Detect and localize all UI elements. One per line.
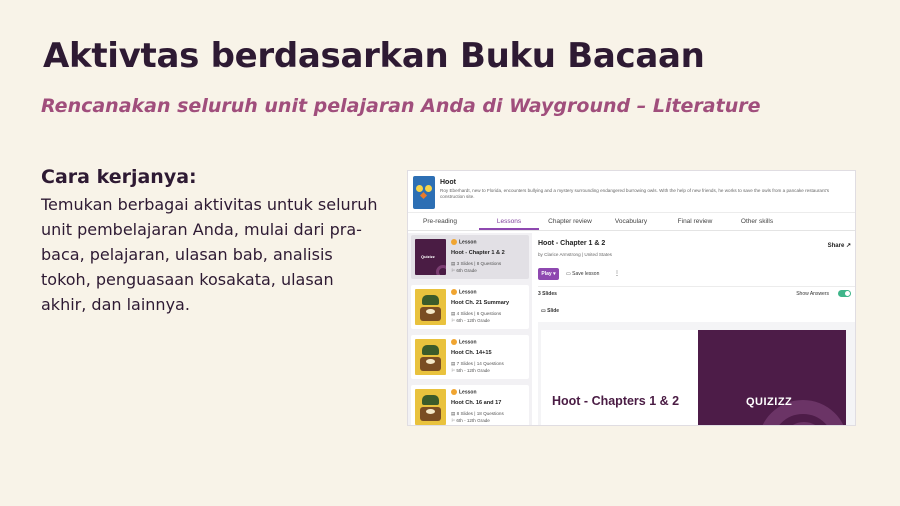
tab-final-review[interactable]: Final review bbox=[673, 213, 717, 230]
how-it-works-body: Temukan berbagai aktivitas untuk seluruh… bbox=[41, 195, 378, 314]
lesson-thumbnail bbox=[415, 389, 446, 425]
lesson-title: Hoot Ch. 21 Summary bbox=[451, 300, 510, 306]
lesson-grade: ⚐ 6th Grade bbox=[451, 268, 477, 273]
lesson-card[interactable]: Lesson Hoot Ch. 21 Summary ▤ 4 Slides | … bbox=[411, 285, 529, 329]
book-title: Hoot bbox=[440, 179, 456, 186]
slide-preview[interactable]: Hoot - Chapters 1 & 2 QUIZIZZ bbox=[538, 322, 855, 425]
slides-count: 3 Slides bbox=[538, 291, 557, 297]
lesson-meta: ▤ 8 Slides | 18 Questions bbox=[451, 411, 504, 416]
lesson-icon bbox=[451, 289, 457, 295]
slide-title: Aktivtas berdasarkan Buku Bacaan bbox=[43, 36, 705, 76]
lesson-badge: Lesson bbox=[451, 239, 477, 245]
lesson-badge: Lesson bbox=[451, 339, 477, 345]
tab-chapter-review[interactable]: Chapter review bbox=[543, 213, 597, 230]
lesson-list: Quizizz Lesson Hoot - Chapter 1 & 2 ▤ 3 … bbox=[408, 233, 532, 425]
lesson-meta: ▤ 7 Slides | 14 Questions bbox=[451, 361, 504, 366]
tab-other-skills[interactable]: Other skills bbox=[735, 213, 779, 230]
lesson-icon bbox=[451, 339, 457, 345]
how-it-works-heading: Cara kerjanya: bbox=[41, 166, 197, 188]
lesson-tabs: Pre-reading Lessons Chapter review Vocab… bbox=[408, 213, 855, 231]
show-answers-toggle[interactable] bbox=[838, 290, 851, 297]
lesson-title: Hoot Ch. 14+15 bbox=[451, 350, 492, 356]
lesson-card[interactable]: Lesson Hoot Ch. 16 and 17 ▤ 8 Slides | 1… bbox=[411, 385, 529, 425]
divider bbox=[538, 286, 855, 287]
slide-preview-heading: Hoot - Chapters 1 & 2 bbox=[552, 394, 680, 408]
more-options-icon[interactable]: ⋮ bbox=[614, 268, 620, 280]
lesson-thumbnail bbox=[415, 289, 446, 325]
lesson-grade: ⚐ 6th - 12th Grade bbox=[451, 418, 490, 423]
slide-brand-panel: QUIZIZZ bbox=[698, 330, 846, 425]
lesson-grade: ⚐ 6th - 12th Grade bbox=[451, 318, 490, 323]
lesson-card[interactable]: Quizizz Lesson Hoot - Chapter 1 & 2 ▤ 3 … bbox=[411, 235, 529, 279]
lesson-meta: ▤ 4 Slides | 6 Questions bbox=[451, 311, 502, 316]
lesson-thumbnail bbox=[415, 339, 446, 375]
slide-subtitle: Rencanakan seluruh unit pelajaran Anda d… bbox=[41, 95, 761, 117]
lesson-detail-title: Hoot - Chapter 1 & 2 bbox=[538, 240, 606, 247]
tab-vocabulary[interactable]: Vocabulary bbox=[611, 213, 651, 230]
share-button[interactable]: Share ↗ bbox=[828, 242, 851, 249]
lesson-author: by Clarice Armstrong | United States bbox=[538, 252, 612, 257]
tab-lessons[interactable]: Lessons bbox=[479, 213, 539, 230]
book-description: Roy Eberhardt, new to Florida, encounter… bbox=[440, 188, 829, 199]
quizizz-logo: QUIZIZZ bbox=[746, 396, 793, 408]
lesson-icon bbox=[451, 239, 457, 245]
slide-type-label: ▭ Slide bbox=[541, 308, 560, 314]
lesson-title: Hoot Ch. 16 and 17 bbox=[451, 400, 502, 406]
show-answers-label: Show Answers bbox=[796, 291, 829, 297]
lesson-icon bbox=[451, 389, 457, 395]
lesson-thumbnail: Quizizz bbox=[415, 239, 446, 275]
tab-pre-reading[interactable]: Pre-reading bbox=[418, 213, 462, 230]
book-header: Hoot Roy Eberhardt, new to Florida, enco… bbox=[408, 171, 855, 213]
lesson-badge: Lesson bbox=[451, 389, 477, 395]
lesson-title: Hoot - Chapter 1 & 2 bbox=[451, 250, 505, 256]
lesson-card[interactable]: Lesson Hoot Ch. 14+15 ▤ 7 Slides | 14 Qu… bbox=[411, 335, 529, 379]
save-lesson-button[interactable]: ▭ Save lesson bbox=[566, 268, 599, 280]
lesson-detail: Hoot - Chapter 1 & 2 by Clarice Armstron… bbox=[538, 233, 855, 425]
book-cover-image bbox=[413, 176, 435, 209]
app-screenshot: Hoot Roy Eberhardt, new to Florida, enco… bbox=[407, 170, 856, 426]
play-button[interactable]: Play ▾ bbox=[538, 268, 559, 280]
lesson-grade: ⚐ 5th - 12th Grade bbox=[451, 368, 490, 373]
lesson-badge: Lesson bbox=[451, 289, 477, 295]
lesson-meta: ▤ 3 Slides | 8 Questions bbox=[451, 261, 502, 266]
